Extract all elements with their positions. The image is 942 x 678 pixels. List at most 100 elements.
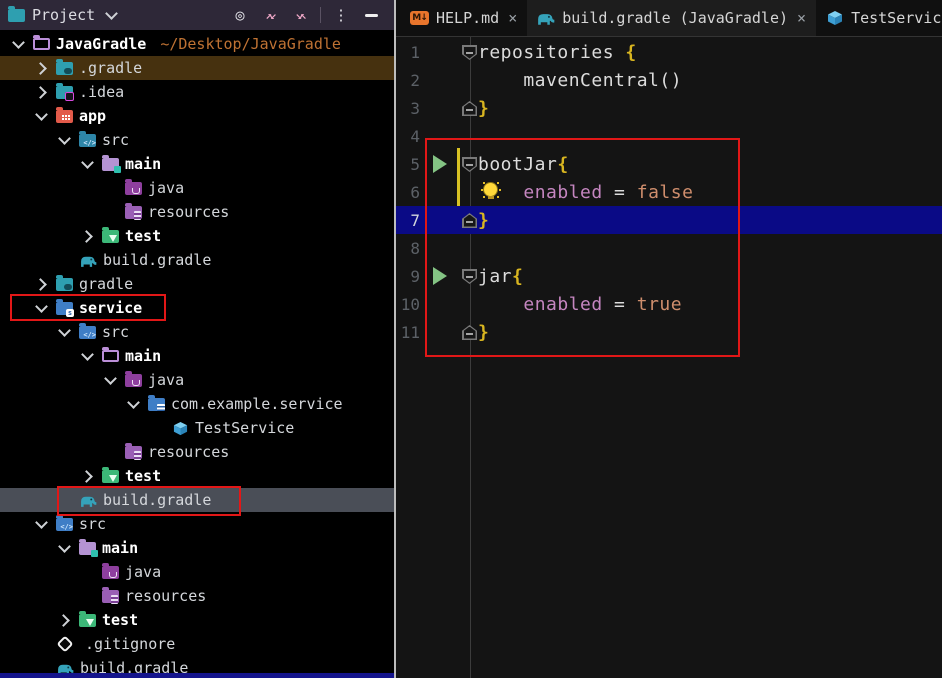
editor-content[interactable]: 1repositories { 2 mavenCentral() 3} 4 5b… <box>396 37 942 678</box>
chevron-right-icon[interactable] <box>79 464 102 488</box>
tab-build-gradle[interactable]: build.gradle (JavaGradle) × <box>527 0 816 36</box>
more-options-icon[interactable]: ⋮ <box>326 6 356 24</box>
code-line-1[interactable]: 1repositories { <box>396 38 942 66</box>
java-folder-icon <box>125 182 142 195</box>
gradle-file-icon <box>537 10 555 26</box>
chevron-slot <box>102 176 125 200</box>
tree-item-gradle[interactable]: gradle <box>0 272 394 296</box>
module-folder-icon <box>56 110 73 123</box>
editor-tabs: M↓ HELP.md × build.gradle (JavaGradle) ×… <box>396 0 942 37</box>
code-line-8[interactable]: 8 <box>396 234 942 262</box>
tree-item-app-resources[interactable]: resources <box>0 200 394 224</box>
chevron-down-icon[interactable] <box>56 320 79 344</box>
project-tree: JavaGradle~/Desktop/JavaGradle .gradle .… <box>0 30 394 678</box>
chevron-slot <box>102 200 125 224</box>
chevron-down-icon[interactable] <box>102 368 125 392</box>
gradle-folder-icon <box>56 278 73 291</box>
tree-item-javagradle[interactable]: JavaGradle~/Desktop/JavaGradle <box>0 32 394 56</box>
tree-item-service[interactable]: service <box>0 296 394 320</box>
tree-item-service-java[interactable]: java <box>0 368 394 392</box>
gradle-file-icon <box>79 493 97 508</box>
chevron-down-icon[interactable] <box>10 32 33 56</box>
project-panel-header: Project ◎ ↗↙ ↘↖ ⋮ <box>0 0 394 30</box>
chevron-down-icon[interactable] <box>56 536 79 560</box>
chevron-right-icon[interactable] <box>56 608 79 632</box>
chevron-right-icon[interactable] <box>79 224 102 248</box>
tree-item-package-com-example-service[interactable]: com.example.service <box>0 392 394 416</box>
tree-item-root-java[interactable]: java <box>0 560 394 584</box>
idea-folder-icon <box>56 86 73 99</box>
tab-testservice[interactable]: TestService.j <box>816 0 942 36</box>
chevron-slot <box>102 440 125 464</box>
code-line-2[interactable]: 2 mavenCentral() <box>396 66 942 94</box>
tree-item-root-test[interactable]: test <box>0 608 394 632</box>
tree-item-app[interactable]: app <box>0 104 394 128</box>
tree-item-app-build-gradle[interactable]: build.gradle <box>0 248 394 272</box>
code-line-5[interactable]: 5bootJar{ <box>396 150 942 178</box>
sources-folder-icon <box>79 134 96 147</box>
tree-item-service-build-gradle[interactable]: build.gradle <box>0 488 394 512</box>
project-path: ~/Desktop/JavaGradle <box>160 35 341 53</box>
code-line-7-current[interactable]: 7} <box>396 206 942 234</box>
fold-start-icon[interactable] <box>462 269 477 284</box>
chevron-down-icon[interactable] <box>125 392 148 416</box>
close-icon[interactable]: × <box>797 9 806 27</box>
code-line-9[interactable]: 9jar{ <box>396 262 942 290</box>
tree-item-testservice[interactable]: TestService <box>0 416 394 440</box>
chevron-down-icon[interactable] <box>33 512 56 536</box>
chevron-down-icon[interactable] <box>103 3 119 27</box>
locate-file-icon[interactable]: ◎ <box>225 6 255 24</box>
intention-bulb-icon[interactable] <box>484 183 497 196</box>
chevron-down-icon[interactable] <box>33 296 56 320</box>
chevron-right-icon[interactable] <box>33 80 56 104</box>
tree-item-service-src[interactable]: src <box>0 320 394 344</box>
project-tool-window-title[interactable]: Project <box>32 6 95 24</box>
run-gutter-icon[interactable] <box>433 155 447 173</box>
tree-item-root-src[interactable]: src <box>0 512 394 536</box>
sources-folder-icon <box>79 326 96 339</box>
tree-item-gitignore[interactable]: .gitignore <box>0 632 394 656</box>
minimize-icon[interactable] <box>356 14 386 17</box>
chevron-down-icon[interactable] <box>79 344 102 368</box>
fold-start-icon[interactable] <box>462 45 477 60</box>
project-view-icon <box>8 9 25 22</box>
chevron-down-icon[interactable] <box>56 128 79 152</box>
code-line-10[interactable]: 10 enabled = true <box>396 290 942 318</box>
code-line-4[interactable]: 4 <box>396 122 942 150</box>
tree-item-app-main[interactable]: main <box>0 152 394 176</box>
tree-item-service-resources[interactable]: resources <box>0 440 394 464</box>
service-module-folder-icon <box>56 302 73 315</box>
fold-end-icon[interactable] <box>462 101 477 116</box>
tree-item-app-src[interactable]: src <box>0 128 394 152</box>
code-line-3[interactable]: 3} <box>396 94 942 122</box>
tree-item-service-main[interactable]: main <box>0 344 394 368</box>
chevron-right-icon[interactable] <box>33 272 56 296</box>
chevron-slot <box>148 416 171 440</box>
test-folder-icon <box>79 614 96 627</box>
tree-item-app-test[interactable]: test <box>0 224 394 248</box>
chevron-down-icon[interactable] <box>33 104 56 128</box>
expand-all-icon[interactable]: ↗↙ <box>255 9 285 22</box>
tree-item-dot-gradle[interactable]: .gradle <box>0 56 394 80</box>
tree-item-app-java[interactable]: java <box>0 176 394 200</box>
tree-item-root-resources[interactable]: resources <box>0 584 394 608</box>
partial-row-highlight <box>0 673 394 678</box>
fold-end-icon[interactable] <box>462 213 477 228</box>
tree-item-dot-idea[interactable]: .idea <box>0 80 394 104</box>
tree-item-service-test[interactable]: test <box>0 464 394 488</box>
chevron-right-icon[interactable] <box>33 56 56 80</box>
tab-help-md[interactable]: M↓ HELP.md × <box>400 0 527 36</box>
markdown-icon: M↓ <box>410 11 429 25</box>
sources-folder-icon <box>56 518 73 531</box>
chevron-down-icon[interactable] <box>79 152 102 176</box>
fold-end-icon[interactable] <box>462 325 477 340</box>
run-gutter-icon[interactable] <box>433 267 447 285</box>
collapse-all-icon[interactable]: ↘↖ <box>285 9 315 22</box>
code-line-6[interactable]: 6 enabled = false <box>396 178 942 206</box>
fold-start-icon[interactable] <box>462 157 477 172</box>
tree-item-root-main[interactable]: main <box>0 536 394 560</box>
code-line-11[interactable]: 11} <box>396 318 942 346</box>
close-icon[interactable]: × <box>508 9 517 27</box>
chevron-slot <box>79 560 102 584</box>
editor-area: M↓ HELP.md × build.gradle (JavaGradle) ×… <box>396 0 942 678</box>
